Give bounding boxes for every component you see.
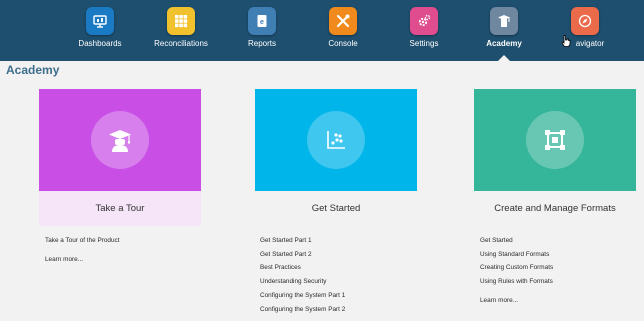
nav-label-navigator: avigator: [575, 39, 605, 48]
link-take-tour-product[interactable]: Take a Tour of the Product: [45, 234, 215, 248]
card-title-get-started[interactable]: Get Started: [255, 191, 417, 226]
link-learn-more-formats[interactable]: Learn more...: [480, 294, 644, 308]
card-image-get-started[interactable]: [255, 89, 417, 191]
page-title: Academy: [6, 63, 60, 77]
link-configuring-part-2[interactable]: Configuring the System Part 2: [260, 303, 430, 317]
card-take-a-tour[interactable]: Take a Tour: [39, 89, 201, 226]
link-understanding-security[interactable]: Understanding Security: [260, 275, 430, 289]
nav-console[interactable]: Console: [303, 0, 383, 61]
top-navigation: Dashboards Reconciliations e Reports Con…: [0, 0, 644, 61]
tools-icon: [329, 7, 357, 35]
link-formats-get-started[interactable]: Get Started: [480, 234, 644, 248]
card-title-take-a-tour[interactable]: Take a Tour: [39, 191, 201, 226]
nav-label-settings: Settings: [409, 39, 439, 48]
nav-dashboards[interactable]: Dashboards: [60, 0, 140, 61]
format-frame-icon: [526, 111, 584, 169]
svg-text:e: e: [260, 19, 264, 26]
link-using-standard-formats[interactable]: Using Standard Formats: [480, 248, 644, 262]
link-using-rules-formats[interactable]: Using Rules with Formats: [480, 275, 644, 289]
link-get-started-part-2[interactable]: Get Started Part 2: [260, 248, 430, 262]
academy-content: Academy Take a Tour Get Started Create a…: [0, 61, 644, 321]
link-configuring-part-1[interactable]: Configuring the System Part 1: [260, 289, 430, 303]
links-formats: Get Started Using Standard Formats Creat…: [480, 234, 644, 308]
nav-label-academy: Academy: [486, 39, 522, 48]
compass-icon: [571, 7, 599, 35]
card-image-take-a-tour[interactable]: [39, 89, 201, 191]
nav-academy[interactable]: Academy: [464, 0, 544, 61]
nav-label-reconciliations: Reconciliations: [154, 39, 208, 48]
hand-cursor-icon: [561, 35, 571, 47]
nav-reports[interactable]: e Reports: [222, 0, 302, 61]
graduate-icon: [91, 111, 149, 169]
nav-label-dashboards: Dashboards: [78, 39, 122, 48]
card-title-formats[interactable]: Create and Manage Formats: [474, 191, 636, 226]
link-get-started-part-1[interactable]: Get Started Part 1: [260, 234, 430, 248]
link-best-practices[interactable]: Best Practices: [260, 261, 430, 275]
scatter-chart-icon: [307, 111, 365, 169]
links-get-started: Get Started Part 1 Get Started Part 2 Be…: [260, 234, 430, 316]
links-take-a-tour: Take a Tour of the Product Learn more...: [45, 234, 215, 266]
link-learn-more-tour[interactable]: Learn more...: [45, 253, 215, 267]
grid-icon: [167, 7, 195, 35]
card-get-started[interactable]: Get Started: [255, 89, 417, 226]
academy-icon: [490, 7, 518, 35]
report-icon: e: [248, 7, 276, 35]
nav-settings[interactable]: Settings: [384, 0, 464, 61]
dashboard-icon: [86, 7, 114, 35]
card-create-manage-formats[interactable]: Create and Manage Formats: [474, 89, 636, 226]
nav-label-console: Console: [328, 39, 358, 48]
card-image-formats[interactable]: [474, 89, 636, 191]
gear-icon: [410, 7, 438, 35]
nav-reconciliations[interactable]: Reconciliations: [141, 0, 221, 61]
nav-label-reports: Reports: [247, 39, 276, 48]
nav-navigator[interactable]: avigator: [545, 0, 625, 61]
link-creating-custom-formats[interactable]: Creating Custom Formats: [480, 261, 644, 275]
